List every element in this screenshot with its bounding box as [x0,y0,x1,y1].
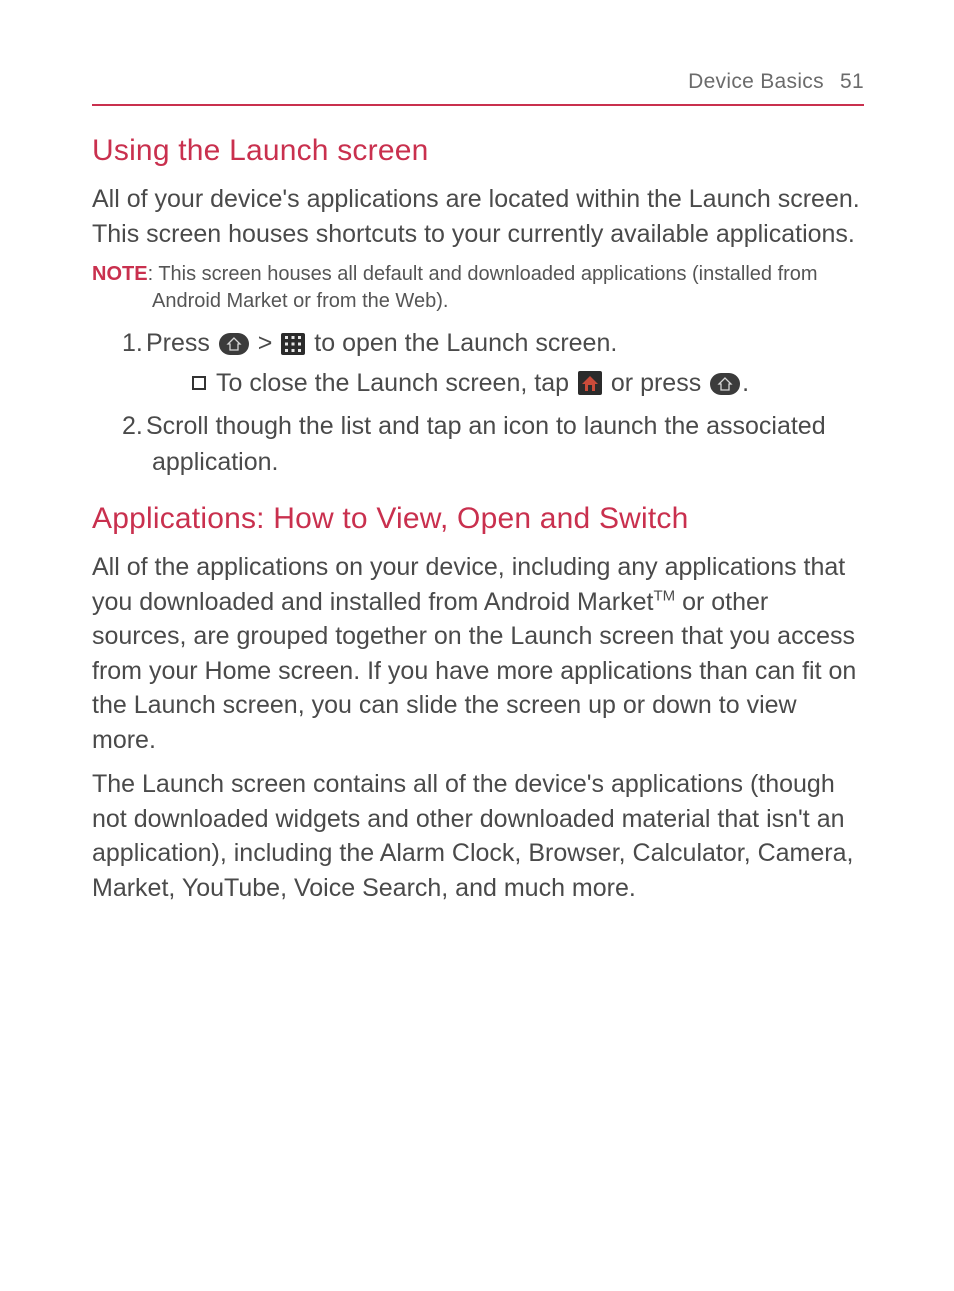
note-label: NOTE [92,263,148,285]
step-1: 1.Press > to open the Launch screen. To … [122,325,864,402]
apps-paragraph-1: All of the applications on your device, … [92,550,864,757]
step-1-sub-pre: To close the Launch screen, tap [216,369,576,397]
steps-list: 1.Press > to open the Launch screen. To … [92,325,864,480]
manual-page: Device Basics 51 Using the Launch screen… [0,0,954,1291]
step-1-sub: To close the Launch screen, tap or press… [192,365,864,401]
intro-paragraph: All of your device's applications are lo… [92,182,864,251]
step-1-post: to open the Launch screen. [307,329,617,357]
step-2: 2.Scroll though the list and tap an icon… [122,408,864,481]
step-1-sub-list: To close the Launch screen, tap or press… [152,365,864,401]
note-text: : This screen houses all default and dow… [148,263,818,312]
note-block: NOTE: This screen houses all default and… [92,261,864,315]
step-1-sub-mid: or press [604,369,708,397]
apps-paragraph-2: The Launch screen contains all of the de… [92,767,864,905]
running-header: Device Basics 51 [92,70,864,106]
heading-applications: Applications: How to View, Open and Swit… [92,502,864,536]
step-1-mid: > [251,329,280,357]
heading-using-launch: Using the Launch screen [92,134,864,168]
home-soft-icon [578,371,602,395]
step-1-pre: Press [146,329,217,357]
apps-grid-icon [281,333,305,355]
step-1-sub-post: . [742,369,749,397]
step-2-text: Scroll though the list and tap an icon t… [146,412,826,476]
home-button-icon [219,333,249,355]
square-bullet-icon [192,376,206,390]
section-title: Device Basics [688,70,824,93]
trademark-symbol: TM [653,587,675,604]
page-number: 51 [840,70,864,93]
home-button-icon [710,373,740,395]
